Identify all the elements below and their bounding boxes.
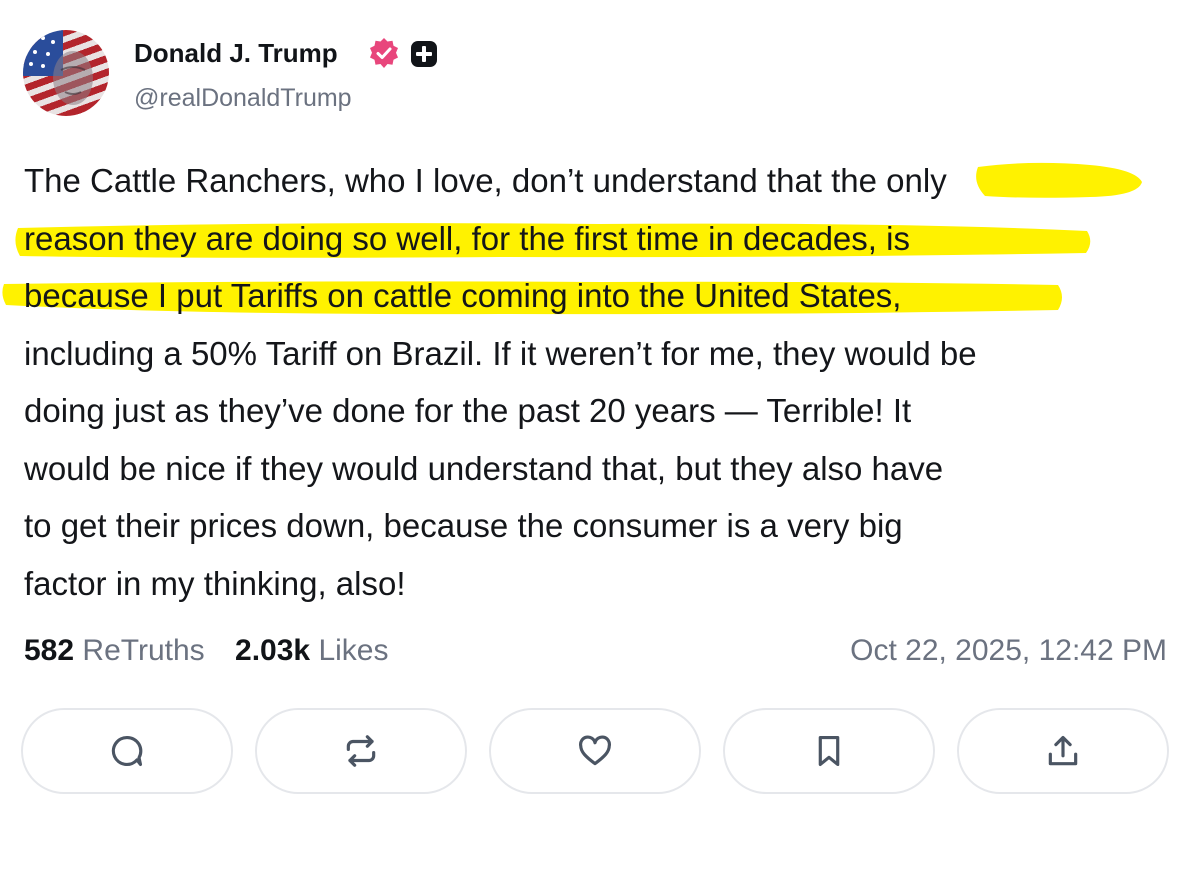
post-text-line: The Cattle Ranchers, who I love, don’t u… <box>24 162 947 199</box>
post-stats: 582 ReTruths 2.03k Likes <box>24 634 410 674</box>
post-timestamp[interactable]: Oct 22, 2025, 12:42 PM <box>850 634 1167 668</box>
post-text-line: reason they are doing so well, for the f… <box>24 219 910 257</box>
retruth-button[interactable] <box>255 708 467 794</box>
post-text-line: would be nice if they would understand t… <box>24 449 944 487</box>
like-button[interactable] <box>489 708 701 794</box>
bookmark-button[interactable] <box>723 708 935 794</box>
user-handle[interactable]: @realDonaldTrump <box>134 84 352 113</box>
post-text-line: including a 50% Tariff on Brazil. If it … <box>24 334 977 372</box>
repost-icon <box>346 735 376 767</box>
post-text-line: because I put Tariffs on cattle coming i… <box>24 277 902 314</box>
retruths-label: ReTruths <box>82 634 205 667</box>
display-name[interactable]: Donald J. Trump <box>134 38 338 69</box>
post-content: The Cattle Ranchers, who I love, don’t u… <box>24 152 1184 612</box>
likes-label: Likes <box>318 634 389 667</box>
flag-portrait-avatar <box>23 30 93 105</box>
reply-button[interactable] <box>21 708 233 794</box>
verified-badge-icon <box>370 38 398 68</box>
likes-stat[interactable]: 2.03k Likes <box>235 634 388 668</box>
avatar[interactable] <box>23 30 109 116</box>
comment-icon <box>111 735 143 767</box>
retruths-count: 582 <box>24 634 75 667</box>
retruths-stat[interactable]: 582 ReTruths <box>24 634 205 668</box>
bookmark-icon <box>818 735 840 767</box>
share-icon <box>1048 735 1078 766</box>
heart-icon <box>579 735 611 766</box>
likes-count: 2.03k <box>235 634 311 667</box>
post-text-line: doing just as they’ve done for the past … <box>24 392 912 429</box>
share-button[interactable] <box>957 708 1169 794</box>
plus-badge-icon <box>411 41 437 67</box>
post-text-line: to get their prices down, because the co… <box>24 507 903 544</box>
truth-post: Donald J. Trump @realDonaldTrump The Cat… <box>0 0 1200 870</box>
post-text-line: factor in my thinking, also! <box>24 564 406 602</box>
